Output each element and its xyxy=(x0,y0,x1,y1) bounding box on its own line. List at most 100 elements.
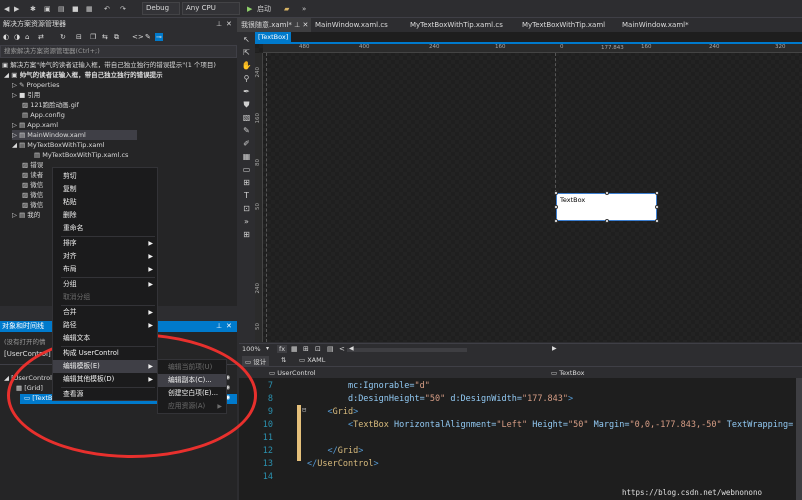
collapse-icon[interactable]: ⊟ xyxy=(76,33,82,41)
direct-select-icon[interactable]: ⇱ xyxy=(241,47,252,58)
properties-icon[interactable]: ✎ xyxy=(145,33,151,41)
effects-icon[interactable]: ▤ xyxy=(327,345,334,353)
menu-item-edit-template[interactable]: 编辑模板(E) ▶ xyxy=(53,360,157,373)
submenu-apply-resource[interactable]: 应用资源(A) ▶ xyxy=(158,400,226,413)
rectangle-icon[interactable]: ▭ xyxy=(241,164,252,175)
tab-xaml[interactable]: ▭ XAML xyxy=(299,356,325,364)
tab-mainwindow-cs[interactable]: MainWindow.xaml.cs xyxy=(311,18,406,32)
pin-icon[interactable]: ⊥ xyxy=(294,21,300,29)
element-nav-left[interactable]: ▭ UserControl xyxy=(269,369,316,377)
resize-handle[interactable] xyxy=(554,191,558,195)
forward-icon[interactable]: ◑ xyxy=(14,33,20,41)
new-project-icon[interactable]: ✱ xyxy=(30,3,36,15)
refresh-icon[interactable]: ⇆ xyxy=(102,33,108,41)
pin-icon[interactable]: ⊥ xyxy=(216,322,222,330)
resize-handle[interactable] xyxy=(605,219,609,223)
zoom-select[interactable]: 100% xyxy=(242,345,261,353)
start-button[interactable]: 启动 xyxy=(257,3,271,15)
tree-item-references[interactable]: ▷ ■ 引用 xyxy=(12,90,40,100)
tree-item-file[interactable]: ▨ 读者 xyxy=(22,170,43,180)
tab-mytextbox-cs[interactable]: MyTextBoxWithTip.xaml.cs xyxy=(406,18,518,32)
tab-design[interactable]: ▭ 设计 xyxy=(242,356,270,366)
scroll-right-icon[interactable]: ▶ xyxy=(552,345,557,352)
pin-icon[interactable]: ⊥ xyxy=(216,20,222,28)
grid-icon[interactable]: ▦ xyxy=(291,345,298,353)
snap-grid-icon[interactable]: ⊞ xyxy=(303,345,309,353)
back-icon[interactable]: ◀ xyxy=(4,3,9,15)
selected-element-tab[interactable]: [TextBox] xyxy=(255,32,292,42)
element-nav-right[interactable]: ▭ TextBox xyxy=(551,369,584,377)
select-icon[interactable]: ↖ xyxy=(241,34,252,45)
chevron-down-icon[interactable]: ▾ xyxy=(266,345,269,352)
text-icon[interactable]: T xyxy=(241,190,252,201)
tree-item-mytextbox[interactable]: ◢ ▤ MyTextBoxWithTip.xaml xyxy=(12,140,104,150)
menu-item-ungroup[interactable]: 取消分组 xyxy=(53,291,157,304)
vertical-scrollbar[interactable] xyxy=(796,378,802,500)
menu-item-align[interactable]: 对齐 ▶ xyxy=(53,250,157,263)
zoom-icon[interactable]: ⚲ xyxy=(241,73,252,84)
tree-item-gif[interactable]: ▨ 121跑脸动画.gif xyxy=(22,100,79,110)
tree-item-file[interactable]: ▨ 微信 xyxy=(22,190,43,200)
menu-item-group[interactable]: 分组 ▶ xyxy=(53,278,157,291)
save-icon[interactable]: ■ xyxy=(72,3,79,15)
menu-item-edit-other-templates[interactable]: 编辑其他模板(D) ▶ xyxy=(53,373,157,386)
tree-item-file[interactable]: ▨ 微信 xyxy=(22,200,43,210)
textbox-preview[interactable]: TextBox xyxy=(556,193,657,221)
submenu-create-empty[interactable]: 创建空白项(E)... xyxy=(158,387,226,400)
resize-handle[interactable] xyxy=(655,191,659,195)
redo-icon[interactable]: ↷ xyxy=(120,3,126,15)
pan-icon[interactable]: ✋ xyxy=(241,60,252,71)
menu-item-layout[interactable]: 布局 ▶ xyxy=(53,263,157,276)
layout-icon[interactable]: ⊞ xyxy=(241,177,252,188)
tree-item-properties[interactable]: ▷ ✎ Properties xyxy=(12,80,59,90)
back-icon[interactable]: ◐ xyxy=(3,33,9,41)
save-all-icon[interactable]: ▦ xyxy=(86,3,93,15)
solution-search-input[interactable]: 搜索解决方案资源管理器(Ctrl+;) xyxy=(0,45,237,58)
horizontal-scrollbar[interactable] xyxy=(347,348,467,352)
menu-item-compose-usercontrol[interactable]: 构成 UserControl xyxy=(53,347,157,360)
code-line[interactable]: 14 xyxy=(239,471,307,484)
tree-item-project[interactable]: ◢ ▣ 帅气的读者证输入框，带自己独立独行的错误提示 xyxy=(4,70,163,80)
forward-icon[interactable]: ▶ xyxy=(14,3,19,15)
code-line[interactable]: 11 xyxy=(239,432,307,445)
swap-icon[interactable]: ⇅ xyxy=(281,356,286,364)
code-icon[interactable]: < xyxy=(339,345,345,353)
design-surface[interactable] xyxy=(255,44,802,342)
outline-root[interactable]: [UserControl] xyxy=(4,350,51,358)
eyedropper-icon[interactable]: ✒ xyxy=(241,86,252,97)
menu-item-combine[interactable]: 合并 ▶ xyxy=(53,306,157,319)
open-file-icon[interactable]: ▤ xyxy=(58,3,65,15)
platform-select[interactable]: Any CPU xyxy=(182,2,240,15)
menu-item-cut[interactable]: 剪切 xyxy=(53,170,157,183)
submenu-edit-copy[interactable]: 编辑副本(C)... xyxy=(158,374,226,387)
tree-item-appxaml[interactable]: ▷ ▤ App.xaml xyxy=(12,120,58,130)
home-icon[interactable]: ⌂ xyxy=(25,33,29,41)
preview-icon[interactable]: ⊸ xyxy=(155,33,163,41)
refresh-icon[interactable]: ↻ xyxy=(60,33,66,41)
code-icon[interactable]: <> xyxy=(132,33,144,41)
submenu-edit-current[interactable]: 编辑当前项(U) xyxy=(158,361,226,374)
folder-icon[interactable]: ▰ xyxy=(284,3,289,15)
resize-handle[interactable] xyxy=(655,205,659,209)
xaml-code-editor[interactable]: ⊟ 7 mc:Ignorable="d" 8 d:DesignHeight="50… xyxy=(239,378,802,500)
menu-item-edit-text[interactable]: 编辑文本 xyxy=(53,332,157,345)
resize-handle[interactable] xyxy=(655,219,659,223)
tree-item-solution[interactable]: ▣ 解决方案"帅气的读者证输入框，带自己独立独行的错误提示"(1 个项目) xyxy=(2,60,216,70)
menu-item-rename[interactable]: 重命名 xyxy=(53,222,157,235)
pencil-icon[interactable]: ✐ xyxy=(241,138,252,149)
fx-icon[interactable]: fx xyxy=(277,345,288,353)
close-icon[interactable]: ✕ xyxy=(226,322,232,330)
code-line[interactable]: 8 d:DesignHeight="50" d:DesignWidth="177… xyxy=(239,393,573,406)
assets-icon[interactable]: ⊞ xyxy=(241,229,252,240)
code-line[interactable]: 10 <TextBox HorizontalAlignment="Left" H… xyxy=(239,419,794,432)
menu-item-paste[interactable]: 粘贴 xyxy=(53,196,157,209)
copy-icon[interactable]: ❐ xyxy=(90,33,96,41)
close-icon[interactable]: ✕ xyxy=(226,20,232,28)
tree-item-file[interactable]: ▨ 错误 xyxy=(22,160,43,170)
sync-icon[interactable]: ⇄ xyxy=(38,33,44,41)
tab-mytextbox-xaml[interactable]: MyTextBoxWithTip.xaml xyxy=(518,18,618,32)
snap-lines-icon[interactable]: ⊡ xyxy=(315,345,321,353)
gradient-icon[interactable]: ▧ xyxy=(241,112,252,123)
grid-icon[interactable]: ▦ xyxy=(241,151,252,162)
menu-item-delete[interactable]: 删除 xyxy=(53,209,157,222)
